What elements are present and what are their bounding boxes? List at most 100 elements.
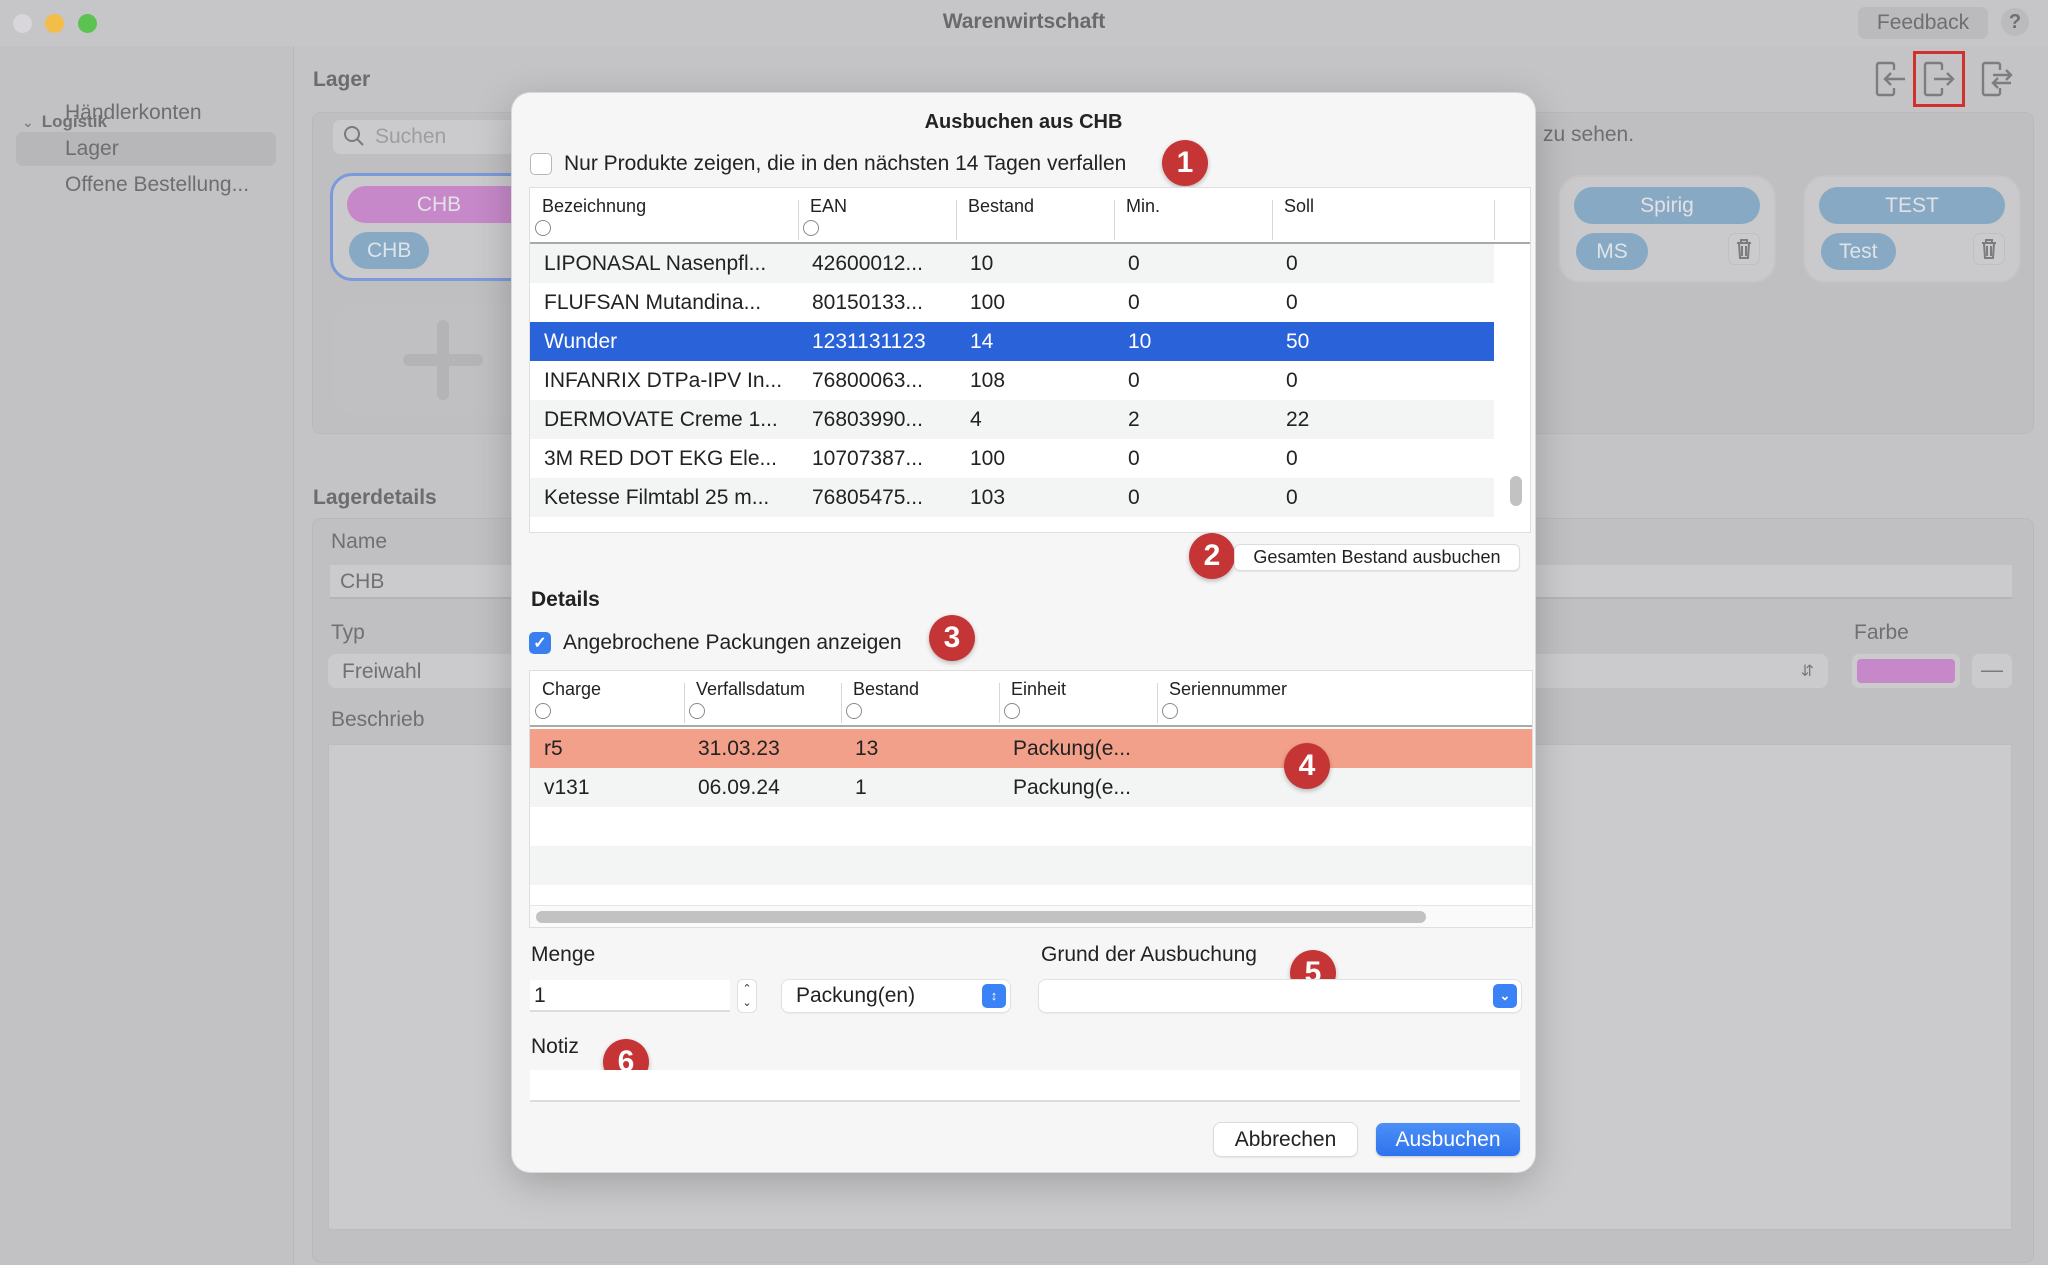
search-input[interactable]: Suchen xyxy=(333,120,533,154)
table-cell: 108 xyxy=(970,369,1006,392)
plus-icon-vertical xyxy=(437,320,449,400)
table-cell: 10 xyxy=(1128,330,1152,353)
page-title: Lager xyxy=(313,68,371,91)
details-section-title: Details xyxy=(531,588,600,611)
sort-indicator-icon[interactable] xyxy=(846,703,862,719)
sort-indicator-icon[interactable] xyxy=(535,703,551,719)
show-opened-row[interactable]: ✓ Angebrochene Packungen anzeigen xyxy=(529,631,902,655)
sort-indicator-icon[interactable] xyxy=(1004,703,1020,719)
table-cell: LIPONASAL Nasenpfl... xyxy=(544,252,767,275)
help-button[interactable]: ? xyxy=(2001,8,2029,36)
show-opened-checkbox[interactable]: ✓ xyxy=(529,632,551,654)
column-header-einheit[interactable]: Einheit xyxy=(999,671,1157,725)
batches-table-header: Charge Verfallsdatum Bestand Einheit Ser… xyxy=(530,671,1532,727)
window-title: Warenwirtschaft xyxy=(942,10,1106,33)
table-cell: 1 xyxy=(855,776,867,799)
quantity-input[interactable]: 1 xyxy=(530,980,730,1012)
unit-select[interactable]: Packung(en) ↕ xyxy=(782,980,1010,1012)
table-cell: Ketesse Filmtabl 25 m... xyxy=(544,486,770,509)
table-cell: 10707387... xyxy=(812,447,923,470)
lager-card-test[interactable]: TEST Test xyxy=(1803,175,2021,283)
sort-indicator-icon[interactable] xyxy=(535,220,551,236)
batches-table: Charge Verfallsdatum Bestand Einheit Ser… xyxy=(529,670,1533,928)
typ-value: Freiwahl xyxy=(342,660,422,683)
sidebar-item-lager[interactable]: Lager xyxy=(16,132,276,166)
book-all-stock-button[interactable]: Gesamten Bestand ausbuchen xyxy=(1234,544,1520,571)
table-cell: 13 xyxy=(855,737,879,760)
quantity-stepper[interactable]: ⌃ ⌄ xyxy=(738,980,756,1012)
table-row[interactable]: DERMOVATE Creme 1... 76803990... 4 2 22 xyxy=(530,400,1494,439)
search-icon xyxy=(344,126,364,146)
lager-hint-text: zu sehen. xyxy=(1543,123,1635,146)
ausbuchen-icon[interactable] xyxy=(1913,51,1965,107)
lager-card-chip: CHB xyxy=(349,232,430,269)
table-cell: 76800063... xyxy=(812,369,923,392)
table-row[interactable]: v131 06.09.24 1 Packung(e... xyxy=(530,768,1532,807)
column-header-seriennummer[interactable]: Seriennummer xyxy=(1157,671,1532,725)
table-cell: 14 xyxy=(970,330,994,353)
table-row[interactable]: INFANRIX DTPa-IPV In... 76800063... 108 0 0 xyxy=(530,361,1494,400)
einbuchen-icon[interactable] xyxy=(1874,60,1908,98)
table-row[interactable]: 3M RED DOT EKG Ele... 10707387... 100 0 0 xyxy=(530,439,1494,478)
reason-select[interactable]: ⌄ xyxy=(1039,980,1521,1012)
sidebar-item-haendlerkonten[interactable]: Händlerkonten xyxy=(16,96,276,130)
column-header-bezeichnung[interactable]: Bezeichnung xyxy=(530,188,797,242)
column-separator xyxy=(1157,683,1158,723)
expiring-filter-checkbox[interactable] xyxy=(530,153,552,175)
table-cell: 0 xyxy=(1128,252,1140,275)
lager-card-title: TEST xyxy=(1819,187,2005,224)
trash-icon[interactable] xyxy=(1728,233,1760,265)
annotation-badge-2: 2 xyxy=(1189,533,1235,579)
lager-card-title: CHB xyxy=(347,186,531,223)
table-row[interactable]: FLUFSAN Mutandina... 80150133... 100 0 0 xyxy=(530,283,1494,322)
table-cell: 0 xyxy=(1286,486,1298,509)
table-row[interactable]: LIPONASAL Nasenpfl... 42600012... 10 0 0 xyxy=(530,244,1494,283)
updown-chevron-icon: ↕ xyxy=(982,984,1006,1008)
note-input[interactable] xyxy=(530,1070,1520,1102)
expiring-filter-row[interactable]: Nur Produkte zeigen, die in den nächsten… xyxy=(530,152,1126,176)
column-header-min[interactable]: Min. xyxy=(1114,188,1272,242)
trash-icon[interactable] xyxy=(1973,233,2005,265)
table-row[interactable]: Ketesse Filmtabl 25 m... 76805475... 103 0 0 xyxy=(530,478,1494,517)
beschrieb-label: Beschrieb xyxy=(331,708,425,731)
sort-indicator-icon[interactable] xyxy=(689,703,705,719)
umbuchen-icon[interactable] xyxy=(1980,60,2014,98)
lagerdetails-title: Lagerdetails xyxy=(313,486,437,509)
farbe-label: Farbe xyxy=(1854,621,1909,644)
ausbuchen-button[interactable]: Ausbuchen xyxy=(1376,1123,1520,1156)
lager-card-title: Spirig xyxy=(1574,187,1760,224)
batches-hscrollbar[interactable] xyxy=(530,905,1532,927)
column-separator xyxy=(1272,200,1273,240)
cancel-button[interactable]: Abbrechen xyxy=(1214,1123,1357,1156)
column-title: Bestand xyxy=(853,679,920,699)
feedback-button[interactable]: Feedback xyxy=(1858,7,1988,39)
column-header-soll[interactable]: Soll xyxy=(1272,188,1494,242)
show-opened-label: Angebrochene Packungen anzeigen xyxy=(563,631,902,654)
sort-indicator-icon[interactable] xyxy=(1162,703,1178,719)
column-header-bestand[interactable]: Bestand xyxy=(841,671,999,725)
remove-color-button[interactable]: — xyxy=(1972,654,2012,688)
column-header-ean[interactable]: EAN xyxy=(798,188,956,242)
stepper-up-icon[interactable]: ⌃ xyxy=(738,982,756,996)
sidebar-item-offene-bestellungen[interactable]: Offene Bestellung... xyxy=(16,168,276,202)
sort-indicator-icon[interactable] xyxy=(803,220,819,236)
column-header-charge[interactable]: Charge xyxy=(530,671,683,725)
table-row[interactable]: r5 31.03.23 13 Packung(e... xyxy=(530,729,1532,768)
unit-value: Packung(en) xyxy=(796,984,916,1007)
column-header-bestand[interactable]: Bestand xyxy=(956,188,1114,242)
name-label: Name xyxy=(331,530,388,553)
updown-chevron-icon: ⇵ xyxy=(1800,663,1814,680)
table-row[interactable]: Wunder 1231131123 14 10 50 xyxy=(530,322,1494,361)
table-cell: Packung(e... xyxy=(1013,776,1131,799)
table-cell: 76805475... xyxy=(812,486,923,509)
column-header-verfallsdatum[interactable]: Verfallsdatum xyxy=(684,671,841,725)
table-cell: 0 xyxy=(1286,291,1298,314)
lager-card-spirig[interactable]: Spirig MS xyxy=(1558,175,1776,283)
table-cell: 4 xyxy=(970,408,982,431)
products-scrollbar[interactable] xyxy=(1510,476,1522,506)
batches-hscroll-thumb[interactable] xyxy=(536,911,1426,923)
stepper-down-icon[interactable]: ⌄ xyxy=(738,996,756,1010)
table-cell: 76803990... xyxy=(812,408,923,431)
color-well[interactable] xyxy=(1852,654,1960,688)
table-cell: r5 xyxy=(544,737,563,760)
